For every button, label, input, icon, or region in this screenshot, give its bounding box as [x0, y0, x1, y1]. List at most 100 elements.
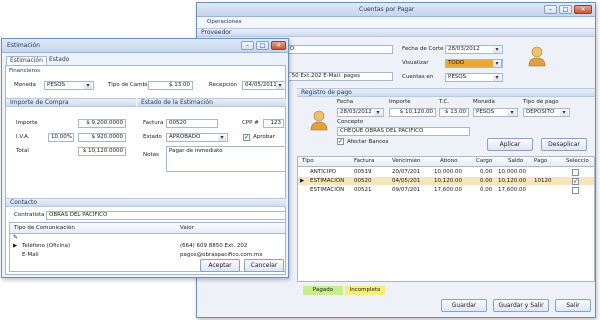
dialog-title: Estimación — [7, 42, 40, 49]
row-cargo: 0.00 — [480, 178, 493, 184]
col-valor[interactable]: Valor — [180, 224, 194, 232]
tipo-cambio-label: Tipo de Cambio — [108, 82, 151, 88]
row-select-checkbox[interactable]: ✓ — [572, 178, 579, 185]
pagos-grid: Tipo Factura Vencimien Abono Cargo Saldo… — [297, 156, 595, 282]
row-pago[interactable]: 10120 — [534, 177, 552, 185]
row-factura: 00520 — [354, 178, 372, 184]
col-vencimiento[interactable]: Vencimien — [392, 157, 421, 165]
fecha-corte-picker[interactable]: 28/03/2012 — [445, 45, 503, 54]
notas-textarea[interactable]: Pagar de inmediato — [166, 146, 286, 172]
comms-grid-header: Tipo de Comunicación Valor — [10, 223, 285, 234]
row-abono: 10,120.00 — [434, 178, 462, 184]
estado-select[interactable]: APROBADO — [166, 133, 228, 142]
comm-tipo: E-Mail — [22, 252, 39, 258]
comm-valor: pagos@obraspacifico.com.mx — [180, 252, 263, 258]
tipo-cambio-field[interactable]: $ 13.00 — [148, 81, 193, 90]
cuentas-en-select[interactable]: PESOS — [445, 73, 503, 82]
row-select-checkbox[interactable] — [572, 187, 579, 194]
row-vencimiento: 09/07/201 — [392, 187, 421, 193]
dialog-close-button[interactable]: ✕ — [271, 41, 286, 50]
cpp-label: CPP # — [242, 120, 259, 126]
main-window-title: Cuentas por Pagar — [359, 6, 415, 13]
row-cargo: 0.00 — [480, 169, 493, 175]
row-select-checkbox[interactable] — [572, 169, 579, 176]
recepcion-picker[interactable]: 04/05/2011 — [242, 81, 286, 90]
col-tipo-comunicacion[interactable]: Tipo de Comunicación — [14, 224, 75, 232]
col-factura[interactable]: Factura — [354, 157, 374, 165]
tc-field[interactable]: $ 13.00 — [439, 108, 469, 117]
factura-field[interactable]: 00520 — [166, 119, 218, 128]
moneda-label: Moneda — [473, 99, 495, 105]
row-saldo: 17,600.00 — [498, 187, 526, 193]
dialog-titlebar[interactable]: Estimación – □ ✕ — [2, 39, 288, 53]
dialog-minimize-button[interactable]: – — [241, 41, 254, 50]
aplicar-button[interactable]: Aplicar — [487, 138, 533, 151]
fecha-label: Fecha — [337, 99, 354, 105]
tab-estado[interactable]: Estado — [46, 56, 72, 65]
row-pointer-icon: ▶ — [300, 178, 305, 184]
row-cargo: 0.00 — [480, 187, 493, 193]
total-field: $ 10,120.0000 — [78, 147, 126, 156]
importe-field[interactable]: $ 10,120.00 — [389, 108, 436, 117]
aprobar-checkbox[interactable]: ✓ — [243, 134, 250, 141]
afectar-bancos-label: Afectar Bancos — [347, 139, 389, 145]
row-factura: 00521 — [354, 187, 372, 193]
proveedor-name-field[interactable]: CO — [283, 45, 393, 54]
moneda-select[interactable]: PESOS — [44, 81, 94, 90]
status-incompleto: Incompleto — [345, 286, 385, 295]
col-pago[interactable]: Pago — [534, 157, 547, 165]
concepto-label: Concepto — [337, 119, 364, 125]
payment-user-icon — [310, 110, 328, 131]
new-row-icon[interactable]: ✎ — [13, 234, 18, 242]
guardar-button[interactable]: Guardar — [441, 299, 487, 312]
col-abono[interactable]: Abono — [440, 157, 457, 165]
close-button[interactable]: ✕ — [574, 5, 592, 14]
table-row-selected[interactable]: ▶ ESTIMACIÓN 00520 04/05/201 10,120.00 0… — [298, 177, 594, 185]
col-tipo[interactable]: Tipo — [302, 157, 314, 165]
importe-label: Importe — [16, 120, 38, 126]
moneda-select[interactable]: PESOS — [473, 108, 518, 117]
visualizar-select[interactable]: TODO — [445, 59, 503, 68]
salir-button[interactable]: Salir — [555, 299, 591, 312]
cancelar-button[interactable]: Cancelar — [244, 259, 284, 272]
dialog-maximize-button[interactable]: □ — [256, 41, 269, 50]
visualizar-label: Visualizar — [402, 60, 429, 66]
row-tipo: ESTIMACIÓN — [310, 178, 345, 184]
notas-label: Notas — [143, 152, 159, 158]
tab-estimacion[interactable]: Estimación — [6, 56, 47, 65]
main-titlebar[interactable]: Cuentas por Pagar – □ ✕ — [197, 3, 595, 17]
tc-label: T.C. — [439, 99, 450, 105]
minimize-button[interactable]: – — [544, 5, 557, 14]
grid-header: Tipo Factura Vencimien Abono Cargo Saldo… — [298, 157, 594, 167]
menu-bar: Operaciones — [197, 18, 595, 28]
tipo-pago-select[interactable]: DEPÓSITO — [523, 108, 570, 117]
col-seleccion[interactable]: Seleccio — [566, 157, 589, 165]
concepto-field[interactable]: CHEQUE OBRAS DEL PACIFICO — [337, 127, 470, 136]
iva-percent-field[interactable]: 10.00% — [48, 133, 74, 142]
menu-operaciones[interactable]: Operaciones — [207, 19, 242, 25]
desaplicar-button[interactable]: Desaplicar — [541, 138, 587, 151]
fecha-picker[interactable]: 28/03/2012 — [337, 108, 384, 117]
estado-estimacion-header: Estado de la Estimación — [137, 98, 286, 107]
col-saldo[interactable]: Saldo — [508, 157, 523, 165]
col-cargo[interactable]: Cargo — [476, 157, 492, 165]
row-factura: 00519 — [354, 169, 372, 175]
guardar-salir-button[interactable]: Guardar y Salir — [493, 299, 549, 312]
contratista-label: Contratista — [14, 212, 45, 218]
table-row[interactable]: ANTICIPO 00519 20/07/201 10,000.00 0.00 … — [298, 168, 594, 176]
maximize-button[interactable]: □ — [559, 5, 572, 14]
list-item[interactable]: E-Mail pagos@obraspacifico.com.mx — [10, 251, 285, 259]
afectar-bancos-checkbox[interactable]: ✓ — [337, 138, 344, 145]
fecha-corte-label: Fecha de Corte — [402, 46, 444, 52]
importe-field[interactable]: $ 9,200.0000 — [78, 119, 126, 128]
table-row[interactable]: ESTIMACIÓN 00521 09/07/201 17,600.00 0.0… — [298, 186, 594, 194]
estimacion-dialog: Estimación – □ ✕ Estimación Estado Finan… — [1, 38, 289, 278]
cpp-field[interactable]: 123 — [263, 119, 284, 128]
aceptar-button[interactable]: Aceptar — [200, 259, 240, 272]
row-tipo: ANTICIPO — [310, 169, 336, 175]
list-item[interactable]: ▶ Teléfono (Oficina) (664) 609 8850 Ext.… — [10, 242, 285, 250]
row-tipo: ESTIMACIÓN — [310, 187, 345, 193]
status-pagado: Pagado — [303, 286, 343, 295]
contratista-field[interactable]: OBRAS DEL PACIFICO — [46, 211, 286, 220]
aprobar-label: Aprobar — [253, 134, 275, 140]
